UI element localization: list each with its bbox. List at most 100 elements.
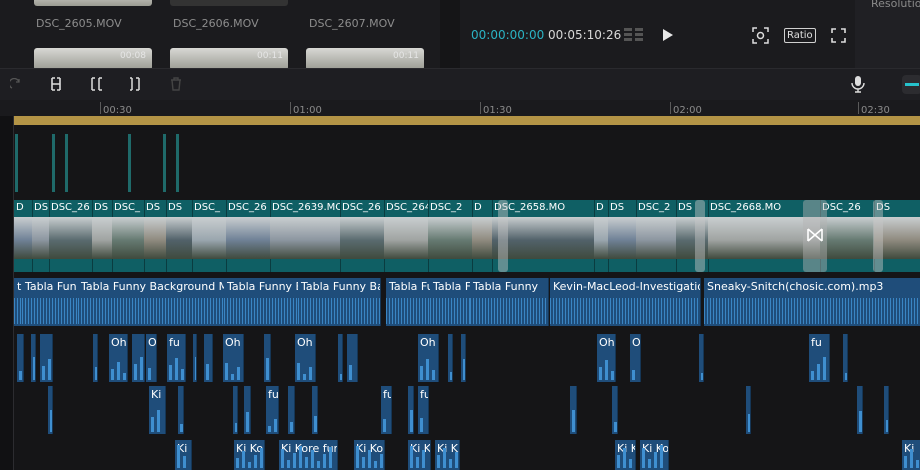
video-clip[interactable]: DSC_26	[820, 200, 875, 272]
sfx-clip[interactable]: Oh	[295, 334, 316, 382]
sfx-clip[interactable]	[347, 334, 358, 382]
overlay-clip[interactable]	[15, 134, 18, 192]
sfx-clip[interactable]: Ki K	[408, 440, 431, 470]
video-clip[interactable]: DS	[608, 200, 637, 272]
sfx-clip[interactable]	[570, 386, 577, 434]
transition-handle[interactable]	[695, 200, 705, 272]
audio-clip[interactable]: Tabla Funny	[470, 278, 549, 326]
audio-clip[interactable]: Tabla Funny E	[224, 278, 299, 326]
sfx-clip[interactable]	[746, 386, 751, 434]
video-clip[interactable]: DS	[144, 200, 167, 272]
video-clip[interactable]: D	[594, 200, 609, 272]
media-thumbnail[interactable]	[34, 0, 152, 6]
sfx-clip[interactable]: Ki	[902, 440, 920, 470]
sfx-clip[interactable]	[288, 386, 295, 434]
play-icon[interactable]	[662, 28, 674, 42]
transition-handle[interactable]	[873, 200, 883, 272]
sfx-clip[interactable]	[233, 386, 238, 434]
video-clip[interactable]: D	[472, 200, 493, 272]
redo-icon[interactable]	[10, 78, 22, 90]
delete-icon[interactable]	[169, 77, 183, 91]
sfx-clip[interactable]	[178, 386, 184, 434]
grid-icon[interactable]	[624, 27, 644, 43]
sfx-clip[interactable]: Ki	[149, 386, 166, 434]
sfx-clip[interactable]	[699, 334, 704, 382]
sfx-clip[interactable]	[338, 334, 343, 382]
sfx-clip[interactable]: Ki Ko	[354, 440, 385, 470]
trim-right-icon[interactable]	[129, 77, 143, 91]
microphone-icon[interactable]	[851, 75, 865, 93]
sfx-clip[interactable]: Oh	[109, 334, 128, 382]
sfx-clip[interactable]	[884, 386, 889, 434]
sfx-clip[interactable]: Ki I	[175, 440, 192, 470]
sfx-clip[interactable]: Oh	[223, 334, 244, 382]
audio-clip[interactable]: Sneaky-Snitch(chosic.com).mp3	[704, 278, 920, 326]
sfx-clip[interactable]	[612, 386, 618, 434]
sfx-clip[interactable]: Oh	[630, 334, 641, 382]
sfx-clip[interactable]	[312, 386, 318, 434]
sfx-clip[interactable]: fu	[809, 334, 830, 382]
export-range-bar[interactable]	[14, 116, 920, 125]
audio-clip[interactable]: Tabla Fu	[386, 278, 433, 326]
overlay-clip[interactable]	[176, 134, 179, 192]
sfx-clip[interactable]	[193, 334, 197, 382]
trim-left-icon[interactable]	[89, 77, 103, 91]
sfx-clip[interactable]: fu	[381, 386, 392, 434]
screenshot-icon[interactable]	[752, 27, 769, 44]
sfx-clip[interactable]: fu	[167, 334, 186, 382]
transition-handle[interactable]	[498, 200, 508, 272]
sfx-clip[interactable]: Ki Ko	[234, 440, 265, 470]
sfx-clip[interactable]	[48, 386, 53, 434]
sfx-clip[interactable]	[204, 334, 213, 382]
sfx-clip[interactable]: fu	[418, 386, 429, 434]
sfx-clip[interactable]	[93, 334, 98, 382]
sfx-clip[interactable]	[244, 386, 251, 434]
video-clip[interactable]: DSC_264	[384, 200, 429, 272]
video-clip[interactable]: DSC_2639.MO	[270, 200, 341, 272]
audio-clip[interactable]: Tabla Fun	[22, 278, 79, 326]
sfx-clip[interactable]	[40, 334, 53, 382]
transition-marker[interactable]	[803, 200, 827, 272]
video-clip[interactable]: DSC_26	[226, 200, 271, 272]
sfx-clip[interactable]	[264, 334, 271, 382]
media-thumbnail[interactable]	[170, 0, 288, 6]
video-clip[interactable]: DS	[166, 200, 193, 272]
sfx-clip[interactable]	[408, 386, 414, 434]
sfx-clip[interactable]: fu	[266, 386, 279, 434]
video-clip[interactable]: DS	[32, 200, 50, 272]
split-icon[interactable]	[49, 77, 63, 91]
sfx-clip[interactable]: Ki Kore fur	[279, 440, 338, 470]
timeline-ruler[interactable]: 00:30 01:00 01:30 02:00 02:30	[0, 100, 920, 116]
audio-clip[interactable]: Tabla F	[430, 278, 471, 326]
video-clip[interactable]: D	[14, 200, 33, 272]
sfx-clip[interactable]: Oh	[597, 334, 616, 382]
overlay-clip[interactable]	[128, 134, 131, 192]
audio-clip[interactable]: Tabla Funny Background M	[78, 278, 225, 326]
sfx-clip[interactable]: Ki K	[615, 440, 636, 470]
video-clip[interactable]: DSC_	[192, 200, 227, 272]
video-clip[interactable]: DSC_26	[49, 200, 93, 272]
sfx-clip[interactable]	[31, 334, 36, 382]
sfx-clip[interactable]: Ki Ko	[640, 440, 669, 470]
video-clip[interactable]: DSC_2	[428, 200, 473, 272]
fullscreen-icon[interactable]	[831, 28, 846, 43]
sfx-clip[interactable]	[17, 334, 24, 382]
video-clip[interactable]: DSC_	[112, 200, 145, 272]
overlay-clip[interactable]	[65, 134, 68, 192]
sfx-clip[interactable]	[843, 334, 848, 382]
video-clip[interactable]: DS	[92, 200, 113, 272]
video-clip[interactable]: DSC_26	[340, 200, 385, 272]
sfx-clip[interactable]	[461, 334, 466, 382]
sfx-clip[interactable]: Ki K	[435, 440, 460, 470]
overlay-clip[interactable]	[52, 134, 55, 192]
sfx-clip[interactable]	[448, 334, 453, 382]
sfx-clip[interactable]: Oh	[146, 334, 157, 382]
sfx-clip[interactable]	[132, 334, 145, 382]
sfx-clip[interactable]: Oh	[418, 334, 439, 382]
audio-clip[interactable]: Kevin-MacLeod-Investigatio	[550, 278, 701, 326]
video-clip[interactable]: DSC_2	[636, 200, 677, 272]
snap-toggle[interactable]	[902, 75, 920, 94]
audio-clip[interactable]: Tabla Funny Ba	[298, 278, 381, 326]
overlay-clip[interactable]	[163, 134, 166, 192]
sfx-clip[interactable]	[857, 386, 863, 434]
